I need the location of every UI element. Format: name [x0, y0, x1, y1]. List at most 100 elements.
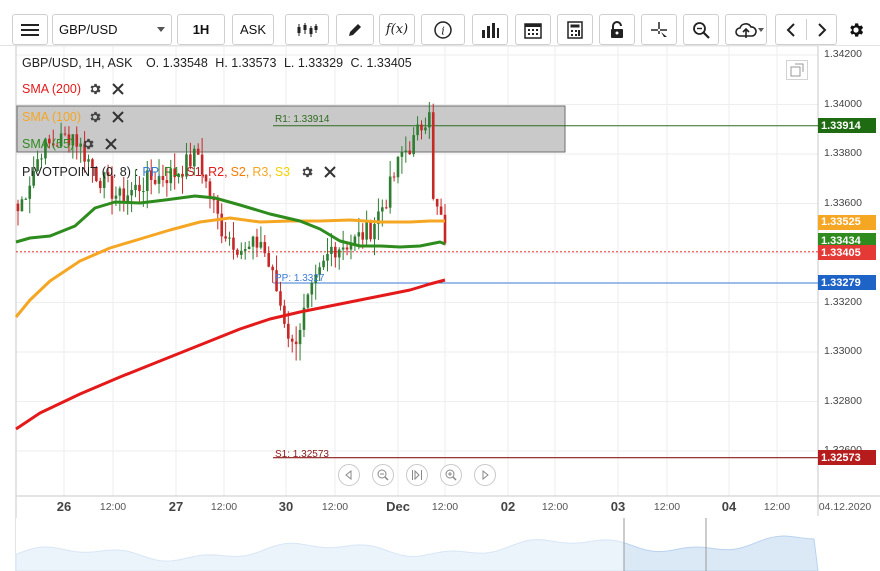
r1-level-label: R1: 1.33914 — [275, 114, 330, 125]
candle-body — [20, 199, 24, 212]
candle-body — [412, 135, 415, 155]
instrument-title: GBP/USD, 1H, ASK — [22, 56, 133, 70]
ohlc-header: GBP/USD, 1H, ASK O. 1.33548 H. 1.33573 L… — [22, 56, 416, 70]
candle-body — [400, 152, 404, 157]
calculator-button[interactable] — [557, 14, 593, 45]
candle-body — [369, 221, 372, 240]
candle-body — [420, 124, 423, 131]
zoom-in-button[interactable] — [440, 464, 462, 486]
indicator-pivotpoint[interactable]: PIVOTPOINT (0, 8) : PP, R1, S1, R2, S2, R3, S3 — [22, 163, 339, 181]
scroll-forward-button[interactable] — [807, 15, 837, 44]
candle-body — [228, 237, 231, 239]
gear-icon[interactable] — [298, 163, 316, 181]
menu-button[interactable] — [12, 14, 48, 45]
gear-icon[interactable] — [79, 135, 97, 153]
zoom-button[interactable] — [683, 14, 719, 45]
price-type-value: ASK — [239, 22, 266, 37]
indicator-label: SMA (55) — [22, 137, 75, 151]
candle-body — [16, 203, 20, 212]
candlestick-icon — [297, 22, 318, 37]
settings-button[interactable] — [841, 14, 871, 45]
close-icon[interactable] — [321, 163, 339, 181]
candle-body — [130, 190, 133, 196]
crosshair-button[interactable] — [641, 14, 677, 45]
candle-body — [424, 127, 427, 131]
indicator-sma-200[interactable]: SMA (200) — [22, 80, 127, 98]
svg-text:i: i — [441, 24, 445, 37]
close-icon[interactable] — [109, 108, 127, 126]
indicators-button[interactable]: f(x) — [379, 14, 415, 45]
y-tick-label: 1.33800 — [824, 147, 862, 159]
scroll-back-button[interactable] — [776, 15, 806, 44]
timeframe-value: 1H — [192, 22, 210, 37]
save-cloud-button[interactable] — [725, 14, 767, 45]
candle-body — [208, 181, 212, 198]
candle-body — [243, 248, 247, 251]
candle-body — [330, 246, 333, 255]
calendar-button[interactable] — [515, 14, 551, 45]
candle-body — [239, 250, 243, 255]
chart-type-button[interactable] — [285, 14, 329, 45]
candle-body — [404, 150, 408, 153]
zoom-out-button[interactable] — [372, 464, 394, 486]
symbol-select[interactable]: GBP/USD — [52, 14, 172, 45]
candle-body — [267, 253, 271, 267]
candle-body — [118, 188, 122, 196]
open-value: O. 1.33548 — [145, 56, 208, 70]
x-time-label: 12:00 — [99, 501, 127, 513]
cloud-upload-icon — [735, 22, 757, 38]
pivot-level-pp: PP, — [142, 165, 161, 179]
price-type-select[interactable]: ASK — [232, 14, 274, 45]
indicator-sma-55[interactable]: SMA (55) — [22, 135, 120, 153]
chart-area[interactable]: GBP/USD, 1H, ASK O. 1.33548 H. 1.33573 L… — [0, 46, 880, 571]
candle-body — [388, 176, 392, 208]
candle-body — [416, 124, 419, 136]
x-time-label: 12:00 — [321, 501, 349, 513]
indicator-sma-100[interactable]: SMA (100) — [22, 108, 127, 126]
draw-pencil-icon — [349, 23, 361, 36]
x-day-label: 03 — [610, 499, 626, 514]
candle-body — [216, 200, 220, 214]
indicator-label: SMA (100) — [22, 110, 82, 124]
pivot-levels: PP, R1, S1, R2, S2, R3, S3 — [142, 165, 293, 179]
x-time-label: 12:00 — [431, 501, 459, 513]
gear-icon[interactable] — [86, 108, 104, 126]
price-tag: 1.33405 — [818, 245, 876, 261]
candle-body — [298, 329, 302, 345]
lock-button[interactable] — [599, 14, 635, 45]
candle-body — [373, 223, 376, 240]
draw-button[interactable] — [336, 14, 374, 45]
candle-body — [431, 112, 435, 199]
candle-body — [87, 159, 90, 162]
y-tick-label: 1.34200 — [824, 48, 862, 60]
pivot-level-r2: R2, — [208, 165, 228, 179]
scroll-right-button[interactable] — [474, 464, 496, 486]
calendar-icon — [524, 22, 542, 39]
gear-icon[interactable] — [86, 80, 104, 98]
close-icon[interactable] — [109, 80, 127, 98]
volume-bars-button[interactable] — [472, 14, 508, 45]
reset-zoom-button[interactable] — [406, 464, 428, 486]
chevron-down-icon — [157, 27, 165, 32]
scroll-left-button[interactable] — [338, 464, 360, 486]
expand-button[interactable] — [786, 60, 808, 80]
price-tag: 1.32573 — [818, 450, 876, 466]
timeframe-select[interactable]: 1H — [177, 14, 225, 45]
candle-body — [247, 246, 251, 249]
high-value: H. 1.33573 — [215, 56, 277, 70]
candle-body — [357, 232, 361, 237]
history-nav-group — [775, 14, 837, 45]
candle-body — [40, 158, 43, 160]
lock-icon — [611, 20, 623, 38]
candle-body — [224, 236, 227, 239]
price-chart[interactable] — [0, 46, 880, 571]
s1-level-label: S1: 1.32573 — [275, 449, 329, 460]
pivot-params: (0, 8) — [101, 165, 131, 179]
candle-body — [24, 198, 28, 200]
y-tick-label: 1.33000 — [824, 345, 862, 357]
zoom-out-icon — [377, 469, 389, 481]
close-icon[interactable] — [102, 135, 120, 153]
x-day-label: 04 — [721, 499, 737, 514]
pivot-level-r1: R1, — [163, 165, 184, 179]
info-button[interactable]: i — [421, 14, 465, 45]
